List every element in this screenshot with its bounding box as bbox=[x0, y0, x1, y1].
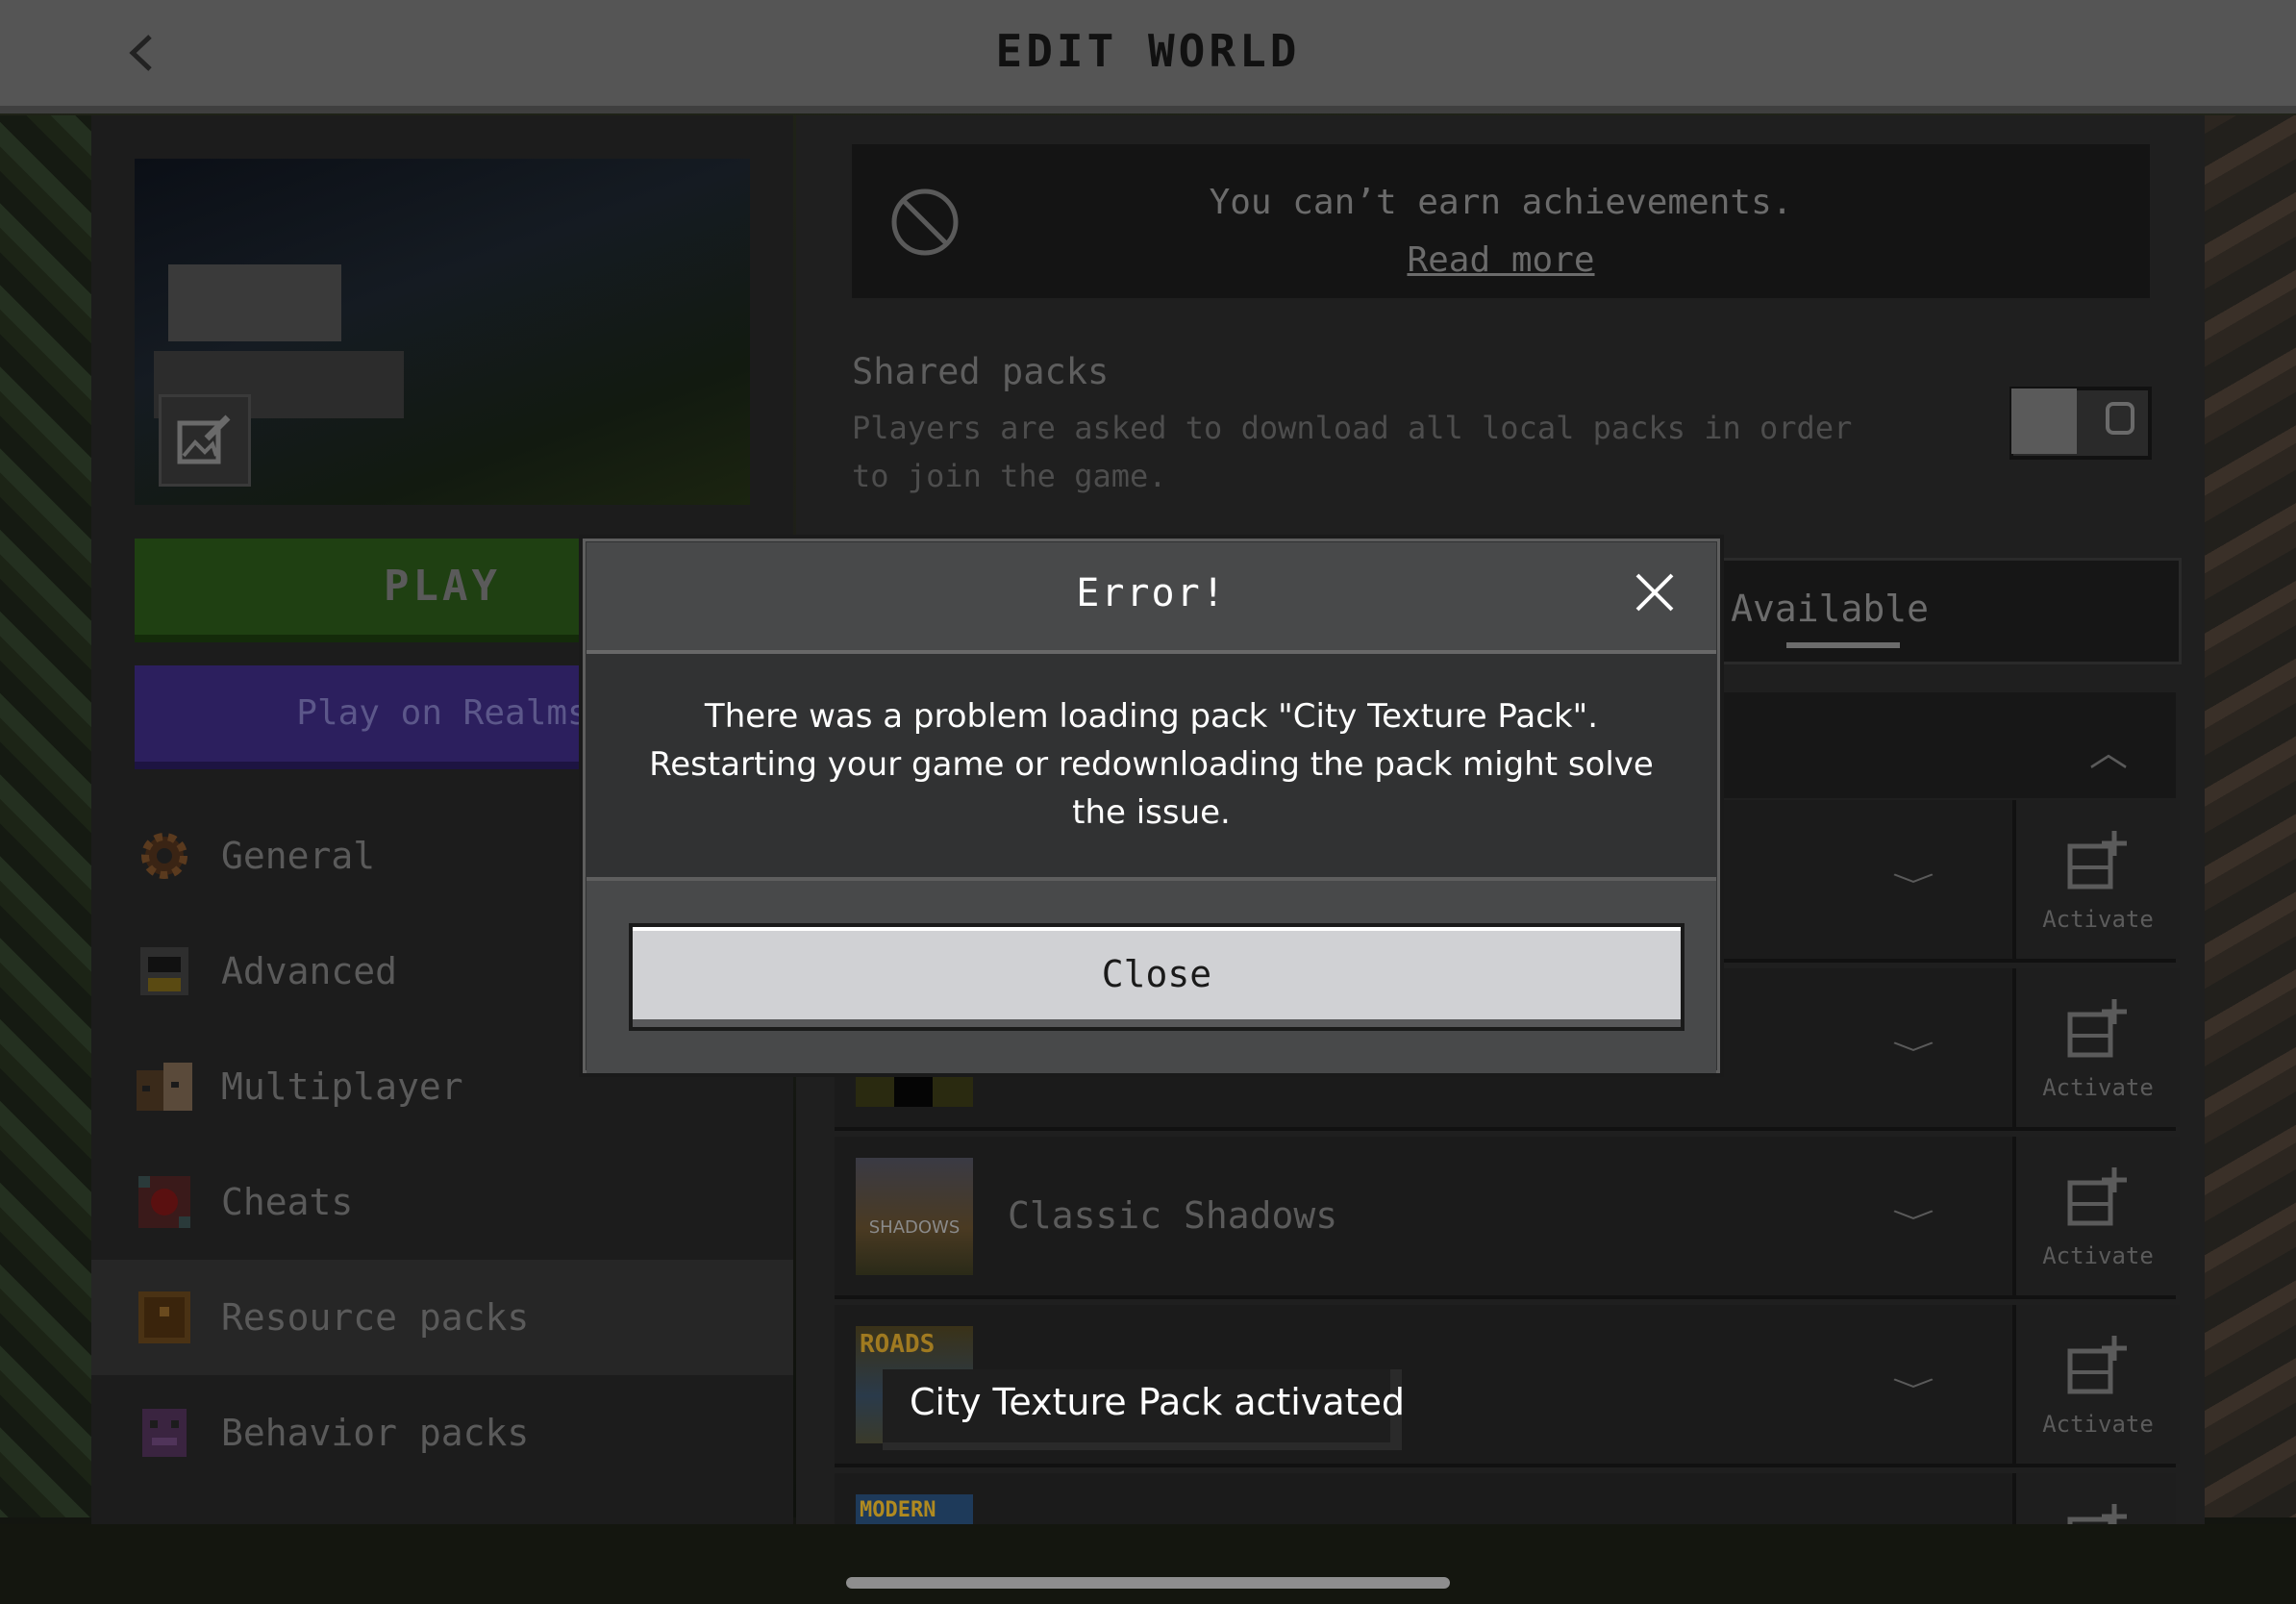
home-indicator[interactable] bbox=[846, 1577, 1450, 1589]
error-dialog: Error! There was a problem loading pack … bbox=[579, 535, 1724, 1077]
nav-item-resource-packs[interactable]: Resource packs bbox=[91, 1260, 793, 1375]
nav-label-resource-packs: Resource packs bbox=[221, 1296, 530, 1339]
chevron-down-icon[interactable]: ﹀ bbox=[1892, 865, 1934, 902]
gear-icon bbox=[141, 833, 187, 879]
activate-label: Activate bbox=[2042, 906, 2154, 933]
activate-pack-icon bbox=[2067, 999, 2127, 1058]
activate-pack-icon bbox=[2067, 1167, 2127, 1226]
shared-packs-setting: Shared packs Players are asked to downlo… bbox=[852, 351, 2150, 500]
error-dialog-title: Error! bbox=[1076, 571, 1227, 615]
behavior-pack-icon bbox=[142, 1409, 187, 1457]
activate-label: Activate bbox=[2042, 1074, 2154, 1101]
activate-label: Activate bbox=[2042, 1411, 2154, 1438]
pack-thumbnail-text: ROADS bbox=[860, 1330, 936, 1359]
chevron-up-icon: ︿ bbox=[2089, 731, 2128, 775]
shared-packs-description: Players are asked to download all local … bbox=[852, 410, 1853, 494]
cheats-icon bbox=[138, 1176, 190, 1228]
foliage-right bbox=[2205, 115, 2296, 1558]
close-button[interactable]: Close bbox=[629, 923, 1685, 1031]
read-more-link[interactable]: Read more bbox=[852, 240, 2150, 280]
header-bar: EDIT WORLD bbox=[0, 0, 2296, 113]
edit-thumbnail-button[interactable] bbox=[159, 394, 251, 487]
pack-row[interactable]: SHADOWS Classic Shadows ﹀ Activate bbox=[835, 1137, 2180, 1299]
multiplayer-icon bbox=[137, 1063, 192, 1111]
toast-text: City Texture Pack activated bbox=[910, 1381, 1406, 1423]
activate-button[interactable]: Activate bbox=[2012, 1305, 2180, 1464]
foliage-left bbox=[0, 115, 96, 1558]
chevron-down-icon[interactable]: ﹀ bbox=[1892, 1202, 1934, 1239]
nav-label-cheats: Cheats bbox=[221, 1181, 354, 1223]
pack-thumbnail: SHADOWS bbox=[856, 1158, 973, 1275]
nav-label-behavior-packs: Behavior packs bbox=[221, 1412, 530, 1454]
resource-pack-icon bbox=[138, 1291, 190, 1343]
achievements-notice: You can’t earn achievements. Read more bbox=[852, 144, 2150, 298]
pack-thumbnail-text: SHADOWS bbox=[868, 1217, 961, 1238]
toggle-knob bbox=[2011, 388, 2077, 454]
activate-button[interactable]: Activate bbox=[2012, 800, 2180, 959]
shared-packs-title: Shared packs bbox=[852, 351, 1110, 392]
pack-thumbnail-text: MODERN bbox=[860, 1498, 936, 1522]
nav-label-multiplayer: Multiplayer bbox=[221, 1065, 463, 1108]
achievements-text: You can’t earn achievements. bbox=[1209, 183, 1793, 222]
edit-image-icon bbox=[177, 414, 231, 464]
nav-label-advanced: Advanced bbox=[221, 950, 398, 992]
activate-pack-icon bbox=[2067, 831, 2127, 890]
close-icon[interactable] bbox=[1632, 569, 1678, 615]
page-title: EDIT WORLD bbox=[995, 25, 1301, 77]
toggle-off-indicator bbox=[2106, 402, 2134, 435]
error-dialog-footer: Close bbox=[586, 877, 1716, 1073]
activate-label: Activate bbox=[2042, 1242, 2154, 1269]
nav-item-behavior-packs[interactable]: Behavior packs bbox=[91, 1375, 793, 1491]
error-dialog-header: Error! bbox=[586, 542, 1716, 654]
chevron-down-icon[interactable]: ﹀ bbox=[1892, 1370, 1934, 1407]
pack-name: Classic Shadows bbox=[1008, 1194, 1338, 1237]
toast-notification: City Texture Pack activated bbox=[883, 1369, 1406, 1450]
thumbnail-house bbox=[168, 264, 341, 341]
bottom-strip bbox=[0, 1524, 2296, 1604]
chevron-down-icon[interactable]: ﹀ bbox=[1892, 1034, 1934, 1070]
nav-label-general: General bbox=[221, 835, 376, 877]
activate-pack-icon bbox=[2067, 1336, 2127, 1394]
nav-item-cheats[interactable]: Cheats bbox=[91, 1144, 793, 1260]
activate-button[interactable]: Activate bbox=[2012, 1137, 2180, 1295]
shared-packs-toggle[interactable] bbox=[2009, 387, 2152, 460]
error-dialog-message: There was a problem loading pack "City T… bbox=[649, 697, 1654, 832]
tab-active-underline bbox=[1786, 642, 1900, 648]
advanced-icon bbox=[140, 947, 188, 995]
activate-button[interactable]: Activate bbox=[2012, 968, 2180, 1127]
